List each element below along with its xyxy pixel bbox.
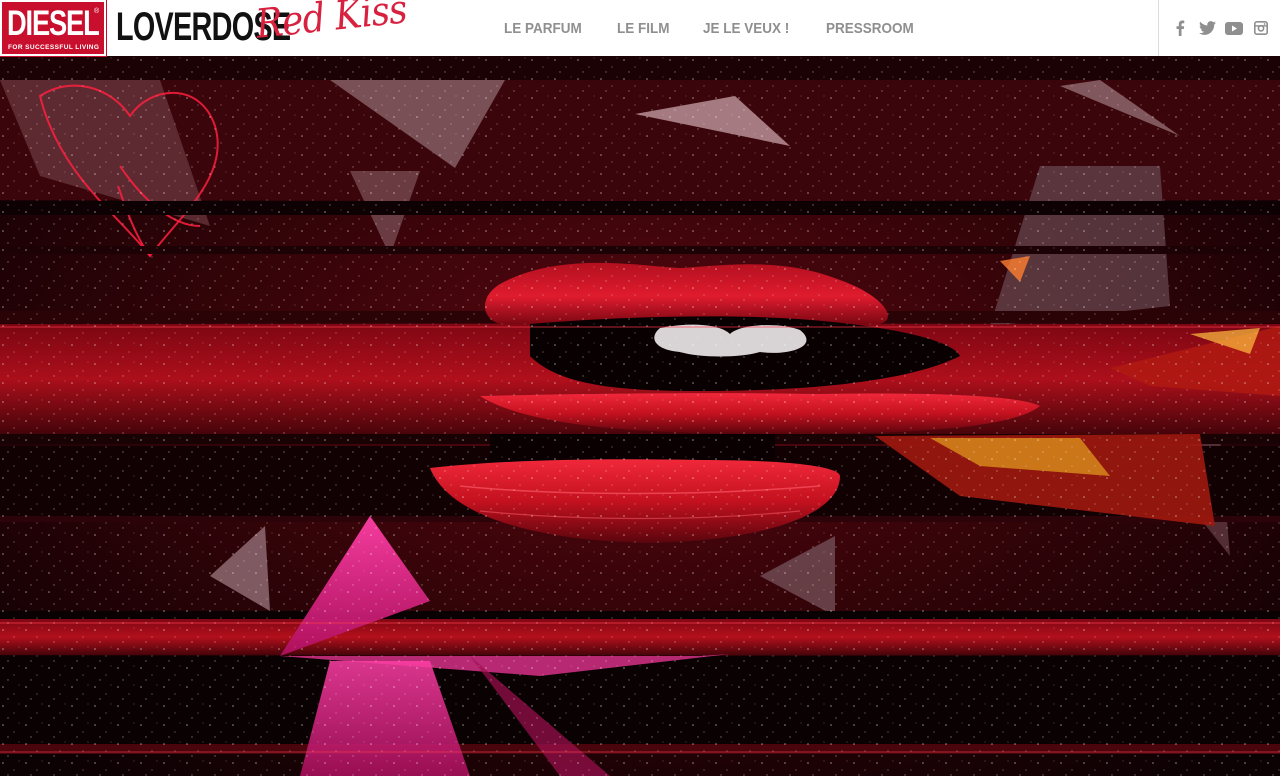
- youtube-icon[interactable]: [1224, 19, 1243, 37]
- twitter-icon[interactable]: [1198, 19, 1216, 37]
- instagram-icon[interactable]: [1252, 19, 1270, 37]
- brand-name: DIESEL: [7, 4, 100, 43]
- glitch-lips-artwork: [0, 56, 1280, 776]
- diesel-logo[interactable]: DIESEL ® FOR SUCCESSFUL LIVING: [0, 0, 107, 57]
- nav-item-je-le-veux[interactable]: JE LE VEUX !: [703, 20, 789, 37]
- hero-visual: [0, 56, 1280, 776]
- nav-item-le-parfum[interactable]: LE PARFUM: [504, 20, 582, 37]
- page: DIESEL ® FOR SUCCESSFUL LIVING LOVERDOSE…: [0, 0, 1280, 776]
- social-links: [1158, 0, 1280, 56]
- nav-item-le-film[interactable]: LE FILM: [617, 20, 669, 37]
- registered-mark: ®: [94, 8, 100, 15]
- site-header: DIESEL ® FOR SUCCESSFUL LIVING LOVERDOSE…: [0, 0, 1280, 57]
- nav-item-pressroom[interactable]: PRESSROOM: [826, 20, 914, 37]
- product-script-title: Red Kiss: [253, 0, 409, 48]
- facebook-icon[interactable]: [1171, 19, 1189, 37]
- main-nav: LE PARFUM LE FILM JE LE VEUX ! PRESSROOM: [504, 0, 950, 56]
- brand-tagline: FOR SUCCESSFUL LIVING: [8, 44, 100, 51]
